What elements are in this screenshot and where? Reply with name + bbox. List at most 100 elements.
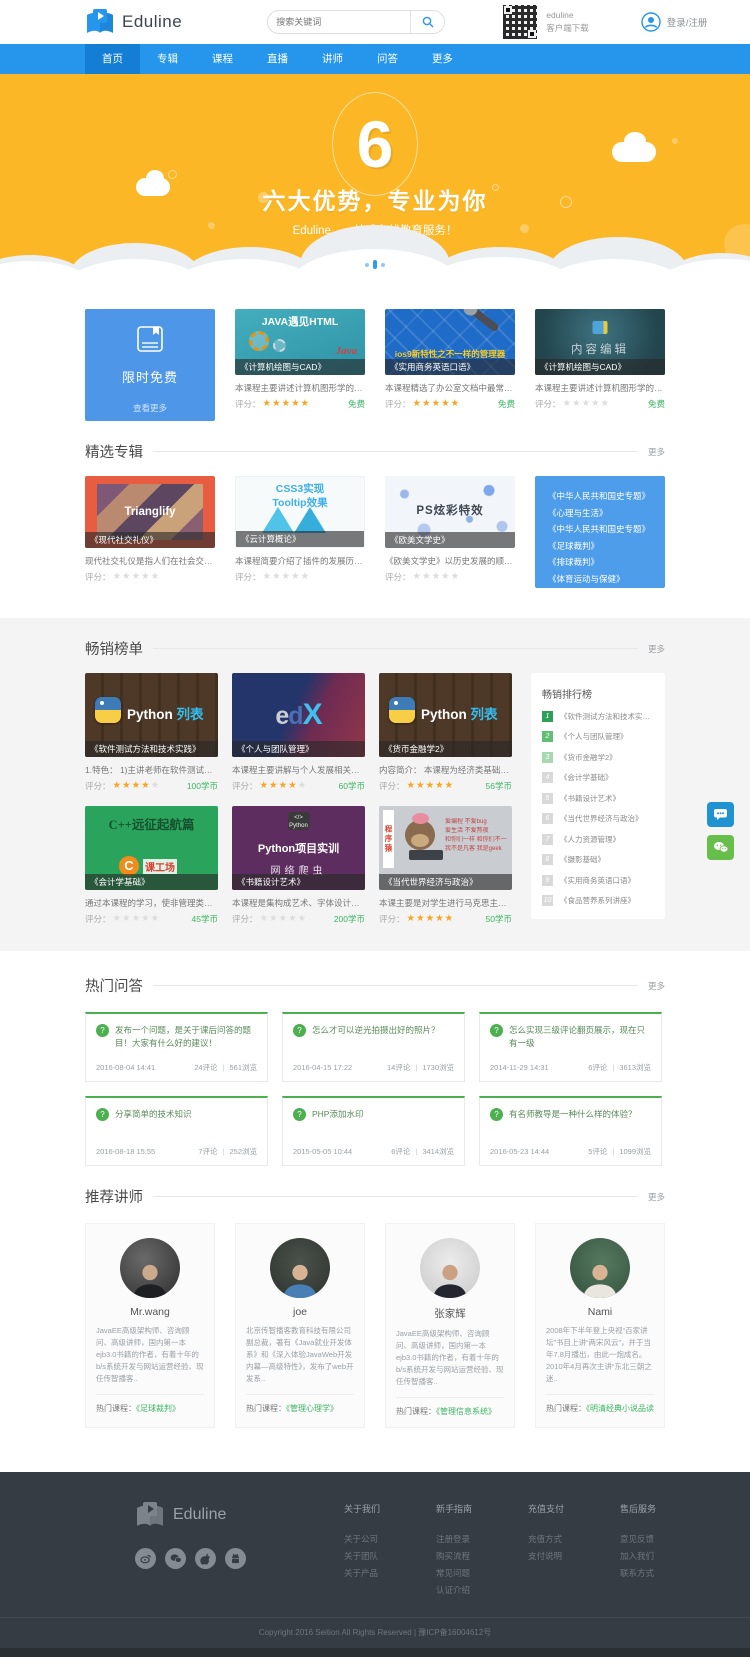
java-logo-text: Java	[336, 345, 357, 357]
teacher-card[interactable]: 张家辉 JavaEE高级架构师、咨询顾问、高级讲师，国内第一本ejb3.0书籍的…	[385, 1223, 515, 1428]
carousel-dot[interactable]	[365, 263, 369, 267]
album-list-item[interactable]: 《足球裁判》	[548, 538, 665, 555]
course-card[interactable]: 程序猿 爱编程 不爱bug 爱生活 不爱熬夜 和你们一样 和你们不一样 我不是凡…	[379, 806, 512, 925]
footer-column-guide: 新手指南 注册登录 购买流程 常见问题 认证介绍	[436, 1502, 494, 1599]
qa-card[interactable]: ?分享简单的技术知识 2016-08-18 15:557评论|252浏览	[85, 1096, 268, 1166]
album-list-item[interactable]: 《排球裁判》	[548, 554, 665, 571]
login-register[interactable]: 登录/注册	[641, 12, 708, 32]
nav-item-live[interactable]: 直播	[250, 44, 305, 74]
gear-icon	[273, 339, 286, 352]
search-icon	[422, 16, 434, 28]
footer-link[interactable]: 充值方式	[528, 1531, 586, 1548]
footer-link[interactable]: 关于产品	[344, 1565, 402, 1582]
search-button[interactable]	[410, 11, 444, 33]
nav-item-teachers[interactable]: 讲师	[305, 44, 360, 74]
album-card[interactable]: CSS3实现 Tooltip效果 《云计算概论》 本课程简要介绍了插件的发展历程…	[235, 476, 365, 588]
hot-course-link[interactable]: 《管理心理学》	[286, 1404, 338, 1413]
footer-link[interactable]: 加入我们	[620, 1548, 678, 1565]
footer-link[interactable]: 联系方式	[620, 1565, 678, 1582]
qa-card[interactable]: ?怎么实现三级评论翻页展示，现在只有一级 2014-11-29 14:316评论…	[479, 1012, 662, 1082]
more-link[interactable]: 更多	[648, 1191, 665, 1203]
logo-book-icon	[85, 9, 115, 35]
qa-card[interactable]: ?PHP添加水印 2015-05-05 10:446评论|3414浏览	[282, 1096, 465, 1166]
more-link[interactable]: 更多	[648, 980, 665, 992]
app-download[interactable]: eduline 客户端下载	[501, 3, 589, 41]
thumb-text-line: 爱编程 不爱bug	[445, 818, 507, 827]
carousel-dot[interactable]	[381, 263, 385, 267]
course-card[interactable]: Python 列表 《软件测试方法和技术实践》 1.特色： 1)主讲老师在软件测…	[85, 673, 218, 792]
qa-card[interactable]: ?有名师教导是一种什么样的体验？ 2016-05-23 14:445评论|109…	[479, 1096, 662, 1166]
teacher-card[interactable]: Mr.wang JavaEE高级架构师、咨询顾问、高级讲师，国内第一本ejb3.…	[85, 1223, 215, 1428]
android-icon[interactable]	[225, 1548, 246, 1569]
limited-free-promo-card[interactable]: 限时免费 查看更多	[85, 309, 215, 421]
album-card[interactable]: PS炫彩特效 《欧美文学史》 《欧美文学史》以历史发展的顺序，将欧.. 评分： …	[385, 476, 515, 588]
wechat-icon[interactable]	[165, 1548, 186, 1569]
footer-link[interactable]: 意见反馈	[620, 1531, 678, 1548]
more-link[interactable]: 更多	[648, 643, 665, 655]
ranking-item[interactable]: 8《摄影基础》	[542, 854, 654, 865]
course-card[interactable]: edX 《个人与团队管理》 本课程主要讲解与个人发展相关的各种极.. 评分： ★…	[232, 673, 365, 792]
album-list-item[interactable]: 《中华人民共和国史专题》	[548, 521, 665, 538]
question-icon: ?	[490, 1108, 503, 1121]
nav-item-home[interactable]: 首页	[85, 44, 140, 74]
logo[interactable]: Eduline	[85, 9, 182, 35]
qr-caption-line1: eduline	[546, 9, 589, 22]
footer-link[interactable]: 注册登录	[436, 1531, 494, 1548]
teacher-card[interactable]: Nami 2008年下半年登上央视“百家讲坛”书目上讲“两宋风云”，并于当年7.…	[535, 1223, 665, 1428]
footer-link[interactable]: 支付说明	[528, 1548, 586, 1565]
search-input[interactable]	[268, 17, 410, 27]
nav-item-qa[interactable]: 问答	[360, 44, 415, 74]
course-card[interactable]: JAVA遇见HTML Java 《计算机绘图与CAD》 本课程主要讲述计算机图形…	[235, 309, 365, 421]
promo-more-link[interactable]: 查看更多	[133, 402, 167, 414]
qa-card[interactable]: ?发布一个问题，是关于课后问答的题目！大家有什么好的建议！ 2016-08-04…	[85, 1012, 268, 1082]
qa-views: 3613浏览	[619, 1062, 651, 1073]
footer-link[interactable]: 购买流程	[436, 1548, 494, 1565]
course-card[interactable]: ios9新特性之不一样的管理器 《实用商务英语口语》 本课程精选了办公室文档中最…	[385, 309, 515, 421]
album-list-item[interactable]: 《心理与生活》	[548, 505, 665, 522]
ranking-item[interactable]: 5《书籍设计艺术》	[542, 793, 654, 804]
nav-item-albums[interactable]: 专辑	[140, 44, 195, 74]
hero-bubble	[168, 170, 177, 179]
course-rating-row: 评分： ★★★★★ 45学币	[85, 913, 218, 925]
ranking-item[interactable]: 6《当代世界经济与政治》	[542, 813, 654, 824]
rating-label: 评分：	[379, 913, 405, 925]
footer-link[interactable]: 认证介绍	[436, 1582, 494, 1599]
course-card[interactable]: </> Python Python项目实训 网络爬虫 《书籍设计艺术》 本课程是…	[232, 806, 365, 925]
ranking-item[interactable]: 3《货币金融学2》	[542, 752, 654, 763]
section-title: 推荐讲师	[85, 1186, 143, 1207]
hot-course-link[interactable]: 《足球裁判》	[136, 1404, 180, 1413]
hot-course-link[interactable]: 《明清经典小说品读》	[586, 1404, 654, 1413]
album-list-item[interactable]: 《中华人民共和国史专题》	[548, 488, 665, 505]
ranking-item[interactable]: 9《实用商务英语口语》	[542, 875, 654, 886]
course-card[interactable]: Python 列表 《货币金融学2》 内容简介： 本课程为经济类基础课程，.. …	[379, 673, 512, 792]
footer-link[interactable]: 常见问题	[436, 1565, 494, 1582]
vertical-banner-text: 程序猿	[383, 810, 394, 868]
ranking-item[interactable]: 10《食品营养系列讲座》	[542, 895, 654, 906]
nav-item-courses[interactable]: 课程	[195, 44, 250, 74]
carousel-dot-active[interactable]	[373, 260, 377, 269]
hot-course-link[interactable]: 《管理信息系统》	[436, 1407, 496, 1416]
hero-banner[interactable]: 6 六大优势，专业为你 Eduline，一站式在线教育服务！	[0, 74, 750, 287]
section-title: 精选专辑	[85, 441, 143, 462]
nav-item-more[interactable]: 更多	[415, 44, 470, 74]
course-card[interactable]: 内容编辑 《计算机绘图与CAD》 本课程主要讲述计算机图形学的历史与现.. 评分…	[535, 309, 665, 421]
qa-card[interactable]: ?怎么才可以逆光拍摄出好的照片？ 2016-04-15 17:2214评论|17…	[282, 1012, 465, 1082]
apple-icon[interactable]	[195, 1548, 216, 1569]
album-list-item[interactable]: 《体育运动与保健》	[548, 571, 665, 588]
course-card[interactable]: C++远征起航篇 C 课工场 《会计学基础》 通过本课程的学习，使非管理类学生初…	[85, 806, 218, 925]
ranking-item[interactable]: 2《个人与团队管理》	[542, 731, 654, 742]
avatar	[270, 1238, 330, 1298]
footer-link[interactable]: 关于团队	[344, 1548, 402, 1565]
teacher-bio: JavaEE高级架构师、咨询顾问、高级讲师，国内第一本ejb3.0书籍的作者，有…	[96, 1325, 204, 1385]
wechat-share-button[interactable]	[707, 835, 734, 860]
ranking-item[interactable]: 1《软件测试方法和技术实践》	[542, 711, 654, 722]
teacher-card[interactable]: joe 北京传智播客教育科技有限公司副总裁，著有《Java就业开发体系》和《深入…	[235, 1223, 365, 1428]
footer-link[interactable]: 关于公司	[344, 1531, 402, 1548]
course-desc: 本课程主要讲解与个人发展相关的各种极..	[232, 764, 365, 776]
weibo-icon[interactable]	[135, 1548, 156, 1569]
album-card[interactable]: Trianglify 《现代社交礼仪》 现代社交礼仪是指人们在社会交往活动过..…	[85, 476, 215, 588]
feedback-chat-button[interactable]	[707, 802, 734, 827]
ranking-item[interactable]: 7《人力资源管理》	[542, 834, 654, 845]
ranking-item[interactable]: 4《会计学基础》	[542, 772, 654, 783]
more-link[interactable]: 更多	[648, 446, 665, 458]
